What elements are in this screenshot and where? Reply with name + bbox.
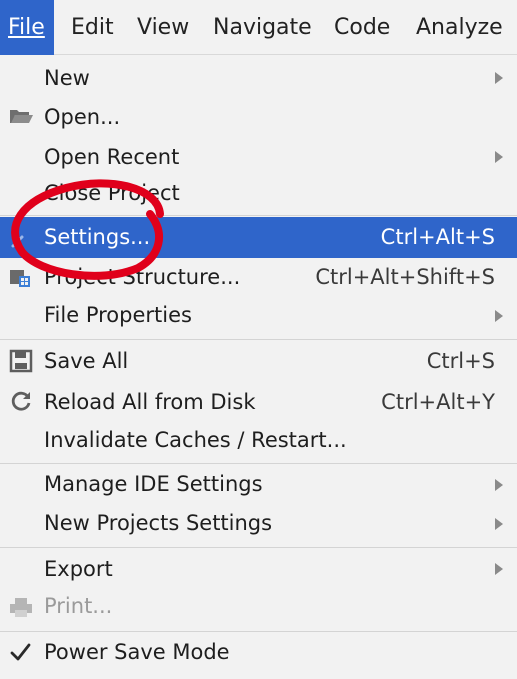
menu-item-invalidate-caches[interactable]: Invalidate Caches / Restart... [0,422,517,460]
menu-item-new-projects-settings-label: New Projects Settings [44,511,273,535]
submenu-arrow-icon [495,310,503,322]
menu-file[interactable]: File [0,0,54,55]
menu-analyze[interactable]: Analyze [416,0,503,55]
menu-item-manage-ide-settings-label: Manage IDE Settings [44,472,263,496]
menu-item-power-save-mode-label: Power Save Mode [44,640,230,664]
menu-item-settings[interactable]: Settings... Ctrl+Alt+S [0,217,517,258]
menu-edit-label: Edit [71,15,114,40]
checkmark-icon [10,643,31,661]
menu-item-file-properties[interactable]: File Properties [0,297,517,335]
menu-item-settings-label: Settings... [44,225,151,249]
menu-separator [0,215,517,216]
file-menu-dropdown: New Open... Open Recent Close Project Se… [0,55,517,679]
menu-analyze-label: Analyze [416,15,503,40]
menu-navigate[interactable]: Navigate [213,0,312,55]
menu-view-label: View [137,15,190,40]
reload-icon [11,391,31,411]
menu-item-save-all-shortcut: Ctrl+S [426,349,495,373]
folder-open-icon [10,110,33,123]
menu-separator [0,339,517,340]
menu-item-open-recent[interactable]: Open Recent [0,137,517,177]
menu-item-open-recent-label: Open Recent [44,145,180,169]
menu-item-save-all[interactable]: Save All Ctrl+S [0,342,517,382]
menu-item-export-label: Export [44,557,113,581]
menu-item-new-projects-settings[interactable]: New Projects Settings [0,505,517,545]
menu-code-label: Code [334,15,391,40]
printer-icon [10,598,32,617]
menu-item-file-properties-label: File Properties [44,303,192,327]
menu-item-close-project[interactable]: Close Project [0,177,517,212]
menu-item-reload-all[interactable]: Reload All from Disk Ctrl+Alt+Y [0,382,517,422]
wrench-icon [11,235,24,248]
menu-item-new-label: New [44,66,90,90]
menu-item-save-all-label: Save All [44,349,129,373]
menu-navigate-label: Navigate [213,15,312,40]
submenu-arrow-icon [495,479,503,491]
submenu-arrow-icon [495,518,503,530]
submenu-arrow-icon [495,151,503,163]
menu-item-open-label: Open... [44,105,121,129]
menu-item-invalidate-caches-label: Invalidate Caches / Restart... [44,428,347,452]
menu-item-power-save-mode[interactable]: Power Save Mode [0,633,517,673]
menu-file-label: File [8,15,45,40]
menu-item-close-project-label: Close Project [44,181,180,205]
submenu-arrow-icon [495,72,503,84]
menu-item-manage-ide-settings[interactable]: Manage IDE Settings [0,465,517,505]
save-icon [9,349,33,373]
menu-code[interactable]: Code [334,0,390,55]
menu-separator [0,463,517,464]
menu-item-print[interactable]: Print... [0,589,517,627]
submenu-arrow-icon [495,563,503,575]
menu-item-project-structure-label: Project Structure... [44,265,241,289]
menu-item-open[interactable]: Open... [0,97,517,137]
menu-item-new[interactable]: New [0,59,517,97]
menu-bar: File Edit View Navigate Code Analyze [0,0,517,55]
menu-edit[interactable]: Edit [71,0,114,55]
project-structure-icon [10,270,30,287]
menu-view[interactable]: View [137,0,189,55]
menu-item-print-label: Print... [44,594,113,618]
menu-item-export[interactable]: Export [0,549,517,589]
menu-item-reload-all-label: Reload All from Disk [44,390,256,414]
menu-separator [0,631,517,632]
menu-item-project-structure-shortcut: Ctrl+Alt+Shift+S [315,265,495,289]
menu-item-settings-shortcut: Ctrl+Alt+S [380,225,495,249]
menu-separator [0,547,517,548]
menu-item-project-structure[interactable]: Project Structure... Ctrl+Alt+Shift+S [0,258,517,297]
menu-item-reload-all-shortcut: Ctrl+Alt+Y [381,390,495,414]
